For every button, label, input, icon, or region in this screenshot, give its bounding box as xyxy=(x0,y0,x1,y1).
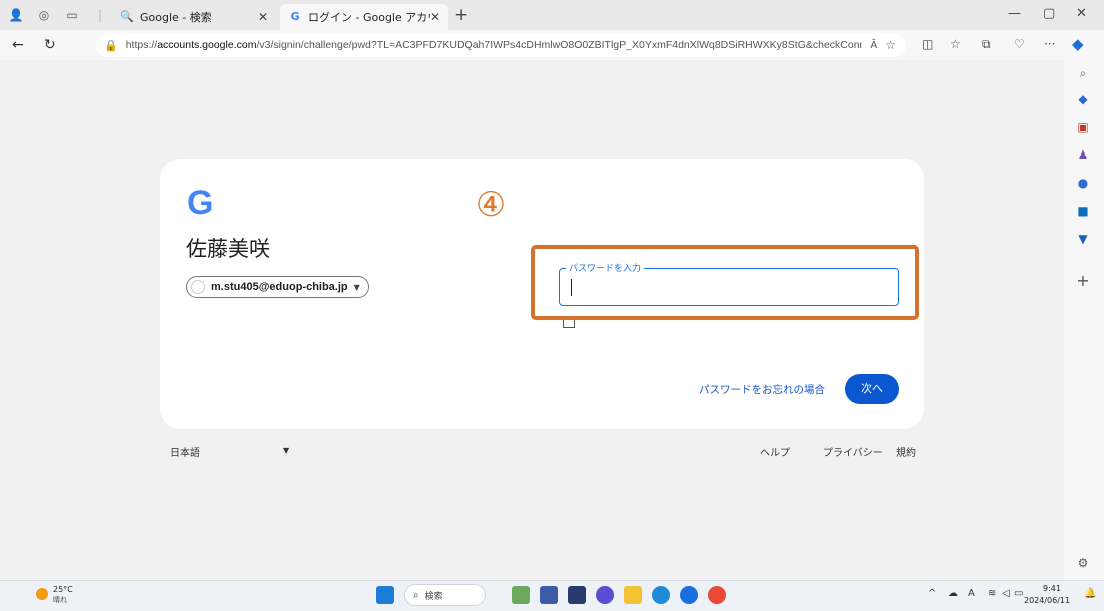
weather-sun-icon[interactable] xyxy=(36,588,48,600)
navigation-bar: ← ↻ 🔒 https://accounts.google.com/v3/sig… xyxy=(0,30,1104,60)
favorite-star-icon[interactable]: ☆ xyxy=(885,38,896,52)
close-tab-icon[interactable]: ✕ xyxy=(430,10,440,24)
show-hidden-icons[interactable]: ^ xyxy=(928,588,936,599)
tools-icon[interactable]: ▣ xyxy=(1074,118,1092,136)
site-info-icon[interactable]: 🔒 xyxy=(104,39,118,52)
address-bar[interactable]: 🔒 https://accounts.google.com/v3/signin/… xyxy=(96,33,906,57)
favorites-icon[interactable]: ☆ xyxy=(950,37,961,51)
forgot-password-link[interactable]: パスワードをお忘れの場合 xyxy=(699,382,825,397)
app-icon[interactable] xyxy=(680,586,698,604)
privacy-link[interactable]: プライバシー xyxy=(823,444,883,459)
battery-icon[interactable]: ▭ xyxy=(1014,588,1023,599)
tab-actions-icon[interactable]: ▭ xyxy=(64,7,80,23)
tab-bar: 👤 ◎ ▭ | 🔍 Google - 検索 ✕ G ログイン - Google … xyxy=(0,0,1104,30)
highlight-box xyxy=(531,245,919,320)
chrome-icon[interactable] xyxy=(708,586,726,604)
edge-sidebar: ⌕ ◆ ▣ ♟ ● ■ ▼ + ⚙ xyxy=(1064,60,1104,580)
read-aloud-icon[interactable]: Ă xyxy=(870,40,877,51)
google-logo: G xyxy=(187,184,214,222)
drop-icon[interactable]: ▼ xyxy=(1074,230,1092,248)
avatar xyxy=(191,280,205,294)
weather-desc: 晴れ xyxy=(53,596,67,604)
next-button[interactable]: 次へ xyxy=(845,374,899,404)
user-name: 佐藤美咲 xyxy=(186,237,270,261)
edge-browser-icon[interactable] xyxy=(652,586,670,604)
split-screen-icon[interactable]: ◫ xyxy=(922,37,933,51)
profile-icon[interactable]: 👤 xyxy=(8,7,24,23)
teams-app-icon[interactable] xyxy=(540,586,558,604)
google-g-icon: G xyxy=(290,10,300,23)
taskbar-search[interactable]: ⌕ 検索 xyxy=(404,584,486,606)
collections-icon[interactable]: ⧉ xyxy=(982,37,991,52)
help-link[interactable]: ヘルプ xyxy=(760,444,790,459)
language-select[interactable]: 日本語 xyxy=(170,444,200,459)
wifi-icon[interactable]: ≋ xyxy=(988,588,996,599)
new-tab-icon[interactable]: + xyxy=(454,5,468,25)
weather-temp: 25°C xyxy=(53,585,73,594)
search-icon: 🔍 xyxy=(120,10,134,23)
tab-google-signin[interactable]: G ログイン - Google アカウント ✕ xyxy=(280,4,448,30)
account-chip[interactable]: m.stu405@eduop-chiba.jp ▼ xyxy=(186,276,369,298)
refresh-icon[interactable]: ↻ xyxy=(44,37,56,53)
step-marker: ④ xyxy=(475,185,507,225)
tab-title: ログイン - Google アカウント xyxy=(308,11,430,24)
minimize-icon[interactable]: — xyxy=(1008,6,1021,21)
volume-icon[interactable]: ◁ xyxy=(1002,588,1010,599)
close-window-icon[interactable]: ✕ xyxy=(1076,6,1087,21)
tab-divider: | xyxy=(97,8,103,22)
file-explorer-icon[interactable] xyxy=(624,586,642,604)
search-placeholder: 検索 xyxy=(424,591,443,602)
add-sidebar-app-icon[interactable]: + xyxy=(1074,272,1092,290)
onedrive-icon[interactable]: ☁ xyxy=(948,588,958,599)
tab-title: Google - 検索 xyxy=(140,11,212,24)
search-icon: ⌕ xyxy=(413,589,419,601)
restore-icon[interactable]: ▢ xyxy=(1043,6,1055,21)
chat-app-icon[interactable] xyxy=(596,586,614,604)
task-view-icon[interactable] xyxy=(568,586,586,604)
chevron-down-icon: ▼ xyxy=(353,282,360,292)
notification-bell-icon[interactable]: 🔔 xyxy=(1084,588,1096,599)
clock-date[interactable]: 2024/06/11 xyxy=(1024,596,1070,605)
tab-google-search[interactable]: 🔍 Google - 検索 ✕ xyxy=(112,4,276,30)
photos-app-icon[interactable] xyxy=(512,586,530,604)
clock-time[interactable]: 9:41 xyxy=(1043,584,1061,593)
sidebar-settings-icon[interactable]: ⚙ xyxy=(1074,554,1092,572)
terms-link[interactable]: 規約 xyxy=(896,444,916,459)
browser-essentials-icon[interactable]: ♡ xyxy=(1014,37,1025,51)
start-icon[interactable] xyxy=(376,586,394,604)
url-text: https://accounts.google.com/v3/signin/ch… xyxy=(125,39,863,51)
back-icon[interactable]: ← xyxy=(12,37,24,53)
games-icon[interactable]: ♟ xyxy=(1074,146,1092,164)
account-email: m.stu405@eduop-chiba.jp xyxy=(211,281,348,293)
outlook-icon[interactable]: ■ xyxy=(1074,202,1092,220)
ime-mode[interactable]: A xyxy=(968,588,975,599)
close-tab-icon[interactable]: ✕ xyxy=(258,10,268,24)
shopping-tag-icon[interactable]: ◆ xyxy=(1074,90,1092,108)
search-icon[interactable]: ⌕ xyxy=(1074,64,1092,82)
copilot-icon[interactable]: ◆ xyxy=(1072,35,1084,53)
chevron-down-icon[interactable]: ▼ xyxy=(283,446,289,455)
more-options-icon[interactable]: ··· xyxy=(1044,37,1055,51)
microsoft365-icon[interactable]: ● xyxy=(1074,174,1092,192)
workspaces-icon[interactable]: ◎ xyxy=(36,7,52,23)
